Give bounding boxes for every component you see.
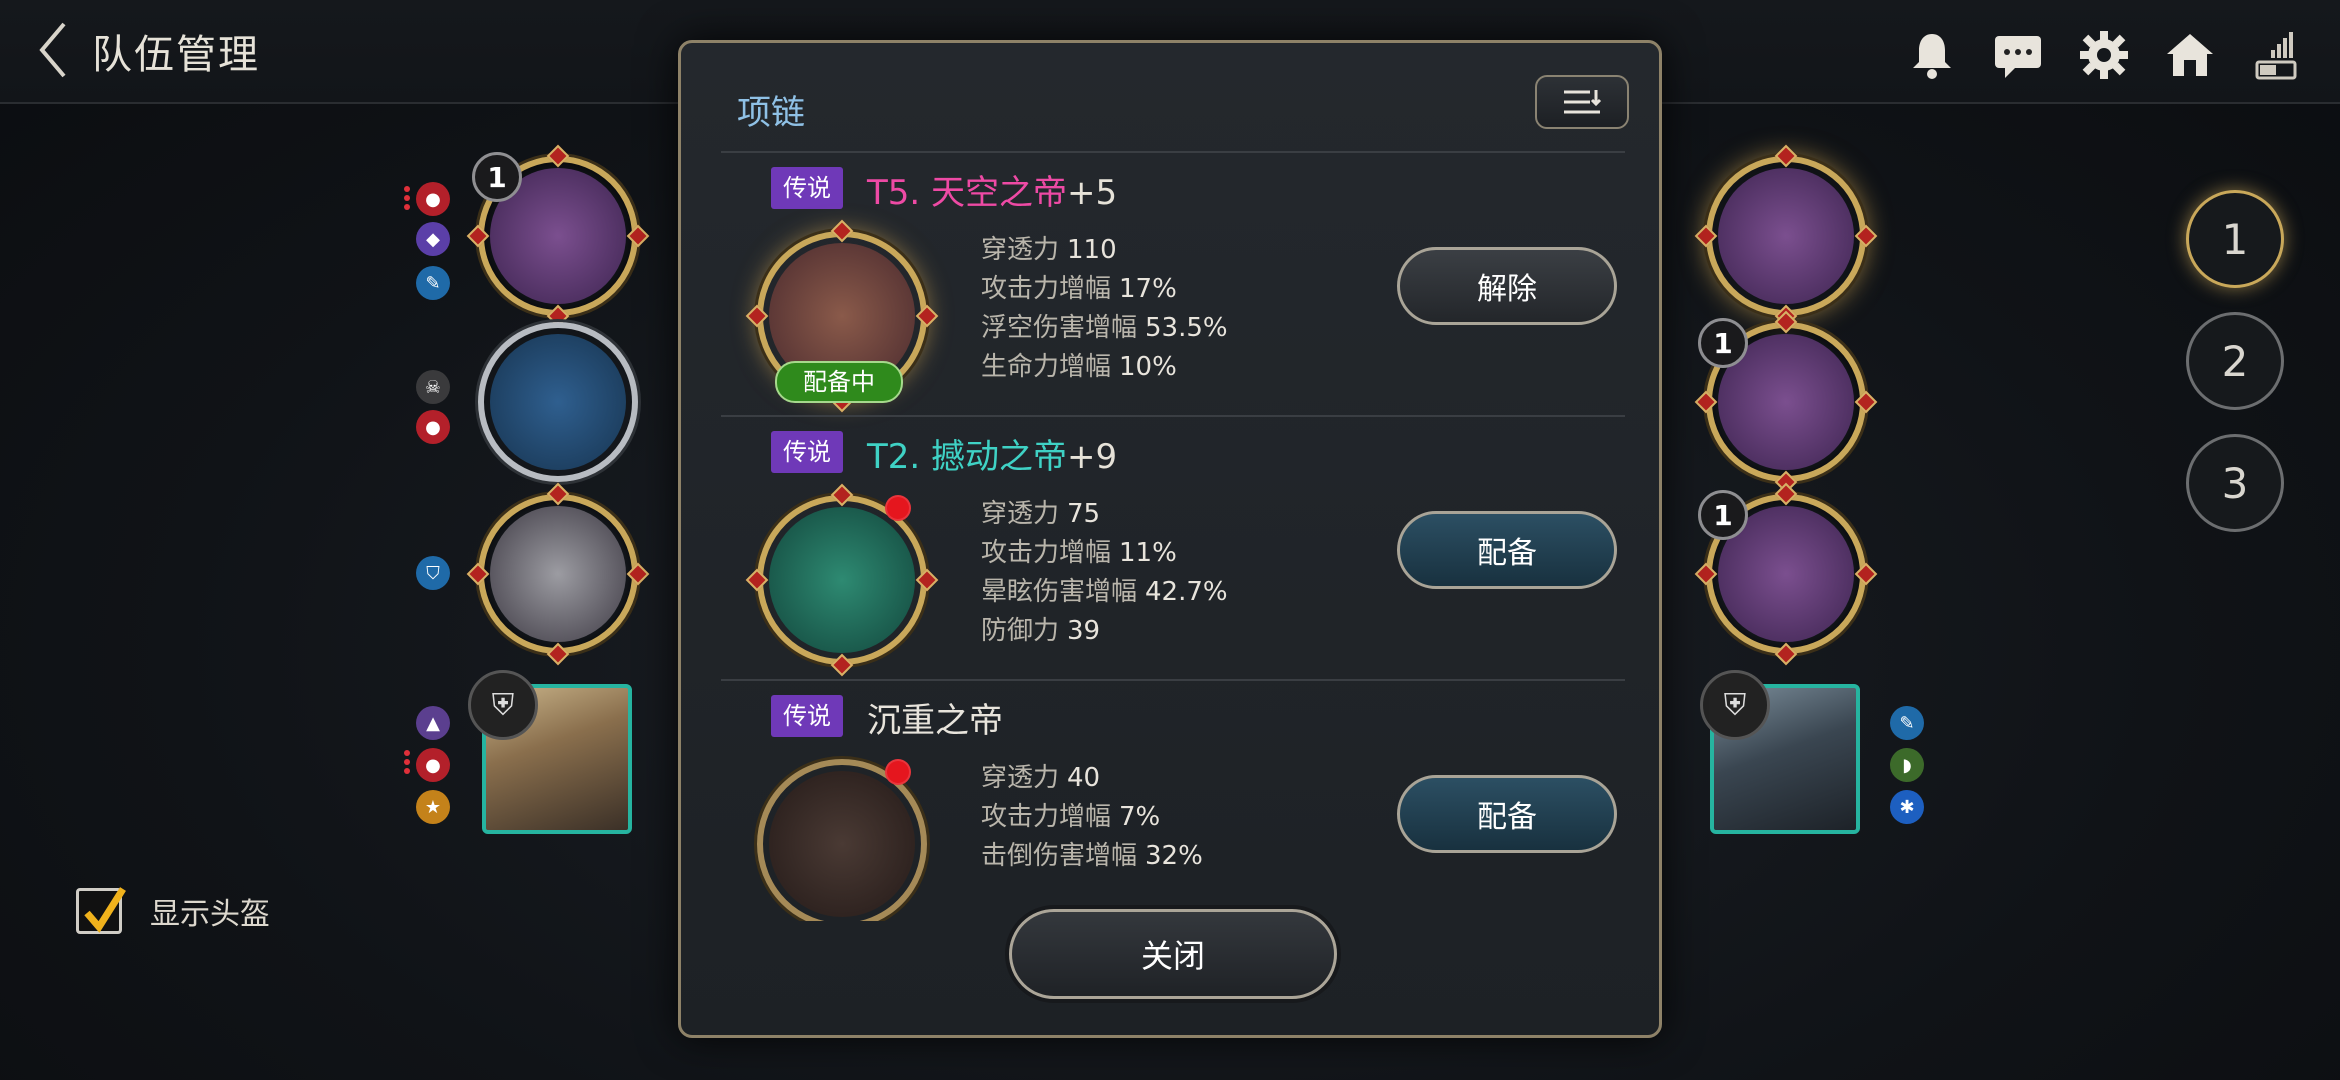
equip-button[interactable]: 配备 (1397, 511, 1617, 589)
snowflake-icon: ✱ (1890, 790, 1924, 824)
necklace-icon (1718, 168, 1854, 304)
blood-icon: ● (416, 410, 450, 444)
unequip-button[interactable]: 解除 (1397, 247, 1617, 325)
star-icon: ★ (416, 790, 450, 824)
item-icon: 配备中 (745, 219, 939, 413)
red-dots-indicator (404, 750, 412, 774)
left-gear-slot-1[interactable]: 1 (466, 144, 650, 328)
stat-row: 穿透力 75 (981, 499, 1101, 529)
hat-icon: ▲ (416, 706, 450, 740)
item-name: 沉重之帝 (867, 693, 1003, 742)
left-gear-slot-2[interactable] (478, 322, 638, 482)
item-list: 传说 T5. 天空之帝+5 配备中 穿透力 110 攻击力增幅 17% 浮空伤害增幅… (721, 151, 1625, 921)
top-icons (1904, 20, 2304, 90)
equip-button[interactable]: 配备 (1397, 775, 1617, 853)
rarity-badge: 传说 (771, 431, 843, 473)
home-icon[interactable] (2162, 27, 2218, 83)
show-helmet-row[interactable]: 显示头盔 (76, 887, 270, 934)
feather-icon: ✎ (416, 266, 450, 300)
bell-icon[interactable] (1904, 27, 1960, 83)
stat-row: 晕眩伤害增幅 42.7% (981, 577, 1228, 607)
right-gear-slot-2[interactable]: 1 (1694, 310, 1878, 494)
blood-icon: ● (416, 182, 450, 216)
greatsword-icon (490, 334, 626, 470)
list-item[interactable]: 传说 T5. 天空之帝+5 配备中 穿透力 110 攻击力增幅 17% 浮空伤害增幅… (721, 151, 1625, 415)
red-dots-indicator (404, 186, 412, 210)
stat-row: 穿透力 40 (981, 763, 1101, 793)
right-gear-slot-1[interactable] (1694, 144, 1878, 328)
list-item[interactable]: 传说 沉重之帝 穿透力 40 攻击力增幅 7% 击倒伤害增幅 32% 配备 (721, 679, 1625, 921)
blood-icon: ● (416, 748, 450, 782)
class-emblem-icon: ⛨ (468, 670, 538, 740)
sort-icon (1564, 90, 1602, 114)
enhance-level: +5 (1067, 173, 1118, 213)
class-emblem-icon: ⛨ (1700, 670, 1770, 740)
signal-battery-icon (2248, 27, 2304, 83)
rarity-badge: 传说 (771, 695, 843, 737)
crystal-icon: ◆ (416, 222, 450, 256)
item-name: T2. 撼动之帝+9 (867, 429, 1117, 478)
show-helmet-label: 显示头盔 (150, 897, 270, 932)
boot-icon: ◗ (1890, 748, 1924, 782)
sort-filter-button[interactable] (1535, 75, 1629, 129)
stat-row: 攻击力增幅 17% (981, 274, 1177, 304)
page-tab-3[interactable]: 3 (2186, 434, 2284, 532)
modal-title: 项链 (737, 93, 805, 133)
necklace-icon (769, 771, 915, 917)
close-button[interactable]: 关闭 (1009, 909, 1337, 999)
count-badge: 1 (1698, 490, 1748, 540)
stat-row: 击倒伤害增幅 32% (981, 841, 1203, 871)
item-name: T5. 天空之帝+5 (867, 165, 1117, 214)
stats-list: 穿透力 40 攻击力增幅 7% 击倒伤害增幅 32% (981, 759, 1203, 876)
necklace-icon (769, 507, 915, 653)
count-badge: 1 (1698, 318, 1748, 368)
page-tab-2[interactable]: 2 (2186, 312, 2284, 410)
necklace-select-modal: 项链 传说 T5. 天空之帝+5 配备中 穿透力 110 攻击力增幅 17% 浮空伤… (678, 40, 1662, 1038)
shield-icon: ⛉ (416, 556, 450, 590)
equipped-tag: 配备中 (775, 361, 903, 403)
stat-row: 穿透力 110 (981, 235, 1117, 265)
item-name-text: T2. 撼动之帝 (867, 437, 1068, 477)
enhance-level: +9 (1067, 437, 1118, 477)
checkmark-icon (84, 887, 126, 933)
chat-icon[interactable] (1990, 27, 2046, 83)
stats-list: 穿透力 110 攻击力增幅 17% 浮空伤害增幅 53.5% 生命力增幅 10% (981, 231, 1228, 387)
count-badge: 1 (472, 152, 522, 202)
rarity-badge: 传说 (771, 167, 843, 209)
page-title: 队伍管理 (92, 32, 260, 78)
page-tab-1[interactable]: 1 (2186, 190, 2284, 288)
left-gear-slot-3[interactable] (466, 482, 650, 666)
item-name-text: 沉重之帝 (867, 701, 1003, 741)
stat-row: 浮空伤害增幅 53.5% (981, 313, 1228, 343)
feather-icon: ✎ (1890, 706, 1924, 740)
right-gear-slot-3[interactable]: 1 (1694, 482, 1878, 666)
armor-icon (490, 506, 626, 642)
new-indicator-dot (885, 759, 911, 785)
list-item[interactable]: 传说 T2. 撼动之帝+9 穿透力 75 攻击力增幅 11% 晕眩伤害增幅 42.7%… (721, 415, 1625, 679)
show-helmet-checkbox[interactable] (76, 887, 126, 934)
item-icon (745, 483, 939, 677)
stat-row: 防御力 39 (981, 616, 1101, 646)
stats-list: 穿透力 75 攻击力增幅 11% 晕眩伤害增幅 42.7% 防御力 39 (981, 495, 1228, 651)
item-icon (757, 759, 927, 921)
stat-row: 攻击力增幅 11% (981, 538, 1177, 568)
skull-icon: ☠ (416, 370, 450, 404)
stat-row: 攻击力增幅 7% (981, 802, 1161, 832)
back-arrow-icon[interactable] (34, 18, 74, 82)
stat-row: 生命力增幅 10% (981, 352, 1177, 382)
new-indicator-dot (885, 495, 911, 521)
item-name-text: T5. 天空之帝 (867, 173, 1068, 213)
gear-icon[interactable] (2076, 27, 2132, 83)
